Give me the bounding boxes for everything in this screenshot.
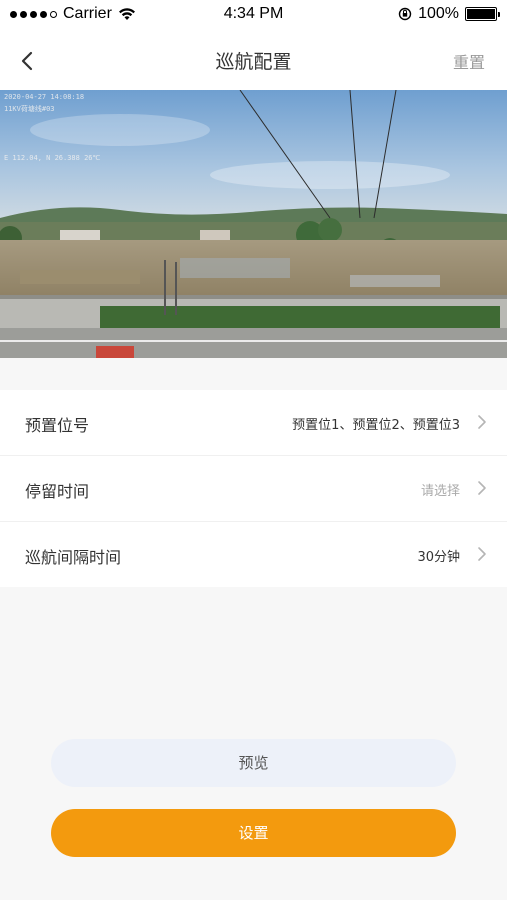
camera-scene-image <box>0 90 507 358</box>
row-value-placeholder: 请选择 <box>420 484 460 499</box>
preview-button[interactable]: 预览 <box>51 739 456 787</box>
chevron-right-icon <box>478 481 486 495</box>
reset-button[interactable]: 重置 <box>453 49 485 73</box>
cruise-interval-row[interactable]: 巡航间隔时间 30分钟 <box>0 522 507 587</box>
orientation-lock-icon <box>398 7 412 21</box>
status-bar-right: 100% <box>398 5 500 23</box>
battery-icon <box>465 7 500 21</box>
row-label: 巡航间隔时间 <box>25 548 122 567</box>
preset-position-row[interactable]: 预置位号 预置位1、预置位2、预置位3 <box>0 390 507 456</box>
nav-bar: 巡航配置 重置 <box>0 30 507 90</box>
page-title: 巡航配置 <box>215 51 292 73</box>
row-value: 预置位1、预置位2、预置位3 <box>292 418 460 433</box>
status-bar: Carrier 4:34 PM 100% <box>0 0 507 30</box>
video-osd-coordinates: E 112.04, N 26.388 26℃ <box>4 154 101 162</box>
video-osd-timestamp: 2020-04-27 14:08:18 <box>4 93 85 101</box>
camera-video-preview[interactable]: 2020-04-27 14:08:18 11KV荷塘线#03 E 112.04,… <box>0 90 507 358</box>
chevron-right-icon <box>478 547 486 561</box>
dwell-time-row[interactable]: 停留时间 请选择 <box>0 456 507 522</box>
video-osd-line-name: 11KV荷塘线#03 <box>4 105 55 113</box>
cruise-settings-list: 预置位号 预置位1、预置位2、预置位3 停留时间 请选择 巡航间隔时间 30分钟 <box>0 390 507 587</box>
row-value: 30分钟 <box>417 550 460 565</box>
battery-percent: 100% <box>418 5 459 22</box>
chevron-right-icon <box>478 415 486 429</box>
row-label: 预置位号 <box>25 416 90 435</box>
row-label: 停留时间 <box>25 482 90 501</box>
set-button[interactable]: 设置 <box>51 809 456 857</box>
